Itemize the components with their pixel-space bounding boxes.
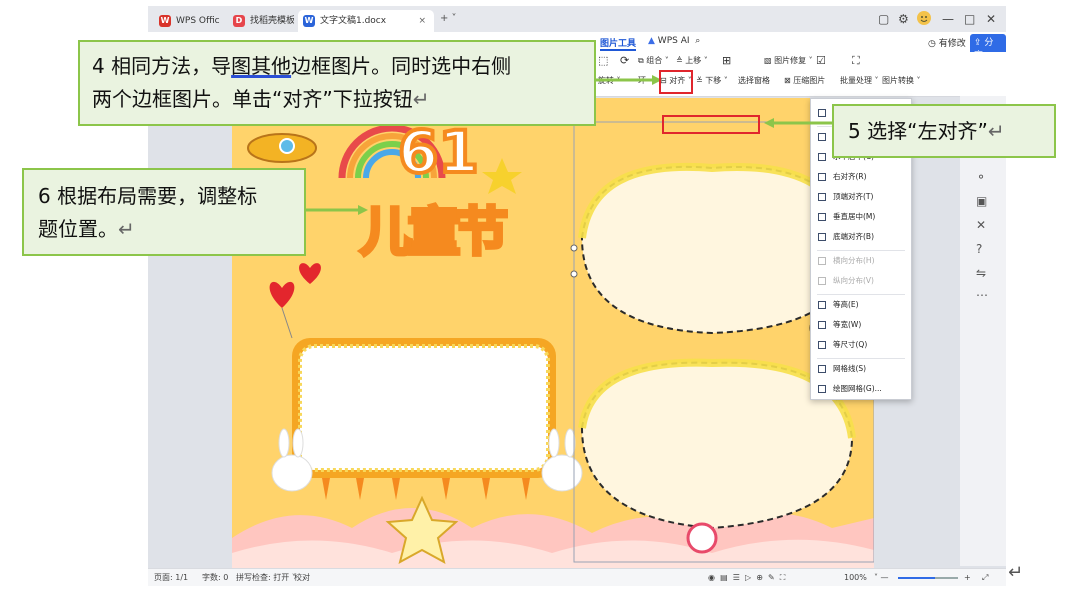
- step6-text-line1: 6 根据布局需要，调整标: [38, 184, 258, 208]
- callout-step-6: 6 根据布局需要，调整标 题位置。↵: [22, 168, 306, 256]
- step4-text-underlined: 图其他: [231, 54, 292, 78]
- callout-step-5: 5 选择“左对齐”↵: [832, 104, 1056, 158]
- return-mark: ↵: [118, 217, 135, 241]
- step5-text: 5 选择“左对齐”: [848, 119, 988, 143]
- highlight-left-align-item: [662, 115, 760, 134]
- step4-text-post: 边框图片。同时选中右侧: [291, 54, 512, 78]
- step4-text-line2: 两个边框图片。单击“对齐”下拉按钮: [92, 87, 413, 111]
- highlight-align-button: [659, 70, 693, 94]
- callout-step-4-line2: 两个边框图片。单击“对齐”下拉按钮↵: [92, 83, 582, 116]
- step4-text-pre: 4 相同方法，导: [92, 54, 232, 78]
- return-mark: ↵: [987, 119, 1005, 143]
- return-mark: ↵: [412, 87, 430, 111]
- callout-step-4-line1: 4 相同方法，导图其他边框图片。同时选中右侧: [92, 50, 582, 83]
- callout-step-4: 4 相同方法，导图其他边框图片。同时选中右侧 两个边框图片。单击“对齐”下拉按钮…: [78, 40, 596, 126]
- step6-text-line2: 题位置。: [38, 217, 118, 241]
